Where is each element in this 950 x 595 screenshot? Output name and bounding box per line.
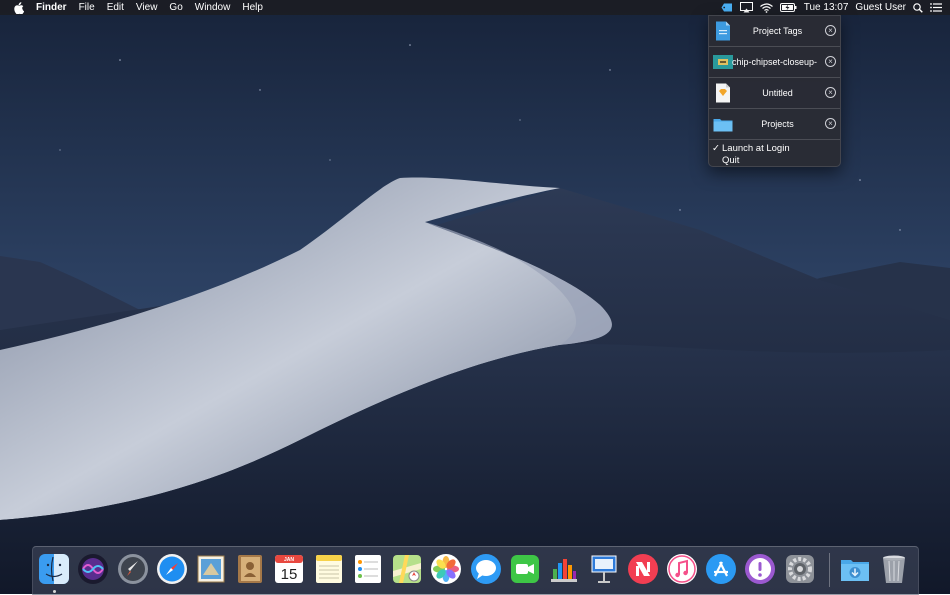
- image-thumbnail-icon: [713, 52, 733, 72]
- remove-item-button[interactable]: ×: [825, 118, 836, 129]
- downloads-folder-icon[interactable]: [839, 553, 871, 585]
- itunes-icon[interactable]: [666, 553, 698, 585]
- siri-icon[interactable]: [77, 553, 109, 585]
- numbers-icon[interactable]: [548, 553, 580, 585]
- messages-icon[interactable]: [470, 553, 502, 585]
- quit-option[interactable]: Quit: [709, 155, 840, 167]
- sketch-file-icon: [713, 83, 733, 103]
- menu-window[interactable]: Window: [189, 0, 237, 15]
- launchpad-icon[interactable]: [117, 553, 149, 585]
- folder-icon: [713, 114, 733, 134]
- dropdown-item-image[interactable]: chip-chipset-closeup- ×: [709, 47, 840, 78]
- airplay-icon[interactable]: [739, 0, 753, 15]
- remove-item-button[interactable]: ×: [825, 87, 836, 98]
- running-indicator: [53, 590, 56, 593]
- dropdown-item-project-tags[interactable]: Project Tags ×: [709, 16, 840, 47]
- facetime-icon[interactable]: [509, 553, 541, 585]
- safari-icon[interactable]: [156, 553, 188, 585]
- remove-item-button[interactable]: ×: [825, 25, 836, 36]
- calendar-icon[interactable]: JAN 15: [273, 553, 305, 585]
- search-icon[interactable]: [913, 0, 923, 15]
- quit-label: Quit: [722, 155, 740, 166]
- reminders-icon[interactable]: [352, 553, 384, 585]
- keynote-icon[interactable]: [588, 553, 620, 585]
- feedback-icon[interactable]: [744, 553, 776, 585]
- notes-icon[interactable]: [313, 553, 345, 585]
- wifi-icon[interactable]: [759, 0, 773, 15]
- calendar-month: JAN: [284, 557, 294, 563]
- document-icon: [713, 21, 733, 41]
- dropdown-item-label: Project Tags: [752, 26, 803, 36]
- dropdown-item-projects[interactable]: Projects ×: [709, 109, 840, 140]
- app-store-icon[interactable]: [705, 553, 737, 585]
- notification-center-icon[interactable]: [930, 0, 942, 15]
- dropdown-item-label: Projects: [761, 119, 794, 129]
- menu-help[interactable]: Help: [236, 0, 269, 15]
- trash-icon[interactable]: [878, 553, 910, 585]
- dock: JAN 15: [32, 546, 919, 595]
- menu-app-name[interactable]: Finder: [30, 0, 73, 15]
- mail-icon[interactable]: [195, 553, 227, 585]
- news-icon[interactable]: [627, 553, 659, 585]
- dropdown-item-untitled[interactable]: Untitled ×: [709, 78, 840, 109]
- finder-icon[interactable]: [38, 553, 70, 585]
- checkmark: ✓: [712, 143, 720, 154]
- dropdown-item-label: Untitled: [762, 88, 793, 98]
- menu-go[interactable]: Go: [163, 0, 188, 15]
- launch-at-login-option[interactable]: ✓ Launch at Login: [709, 143, 840, 155]
- system-preferences-icon[interactable]: [784, 553, 816, 585]
- dropdown-item-label: chip-chipset-closeup-: [732, 57, 818, 67]
- menu-file[interactable]: File: [73, 0, 101, 15]
- dock-separator: [829, 553, 830, 587]
- menu-view[interactable]: View: [130, 0, 164, 15]
- apple-menu-icon[interactable]: [12, 1, 24, 14]
- contacts-icon[interactable]: [234, 553, 266, 585]
- photos-icon[interactable]: [430, 553, 462, 585]
- maps-icon[interactable]: [391, 553, 423, 585]
- calendar-day: 15: [281, 566, 298, 583]
- user-name[interactable]: Guest User: [855, 0, 906, 15]
- tags-app-icon[interactable]: [721, 0, 733, 15]
- battery-icon[interactable]: [779, 0, 797, 15]
- remove-item-button[interactable]: ×: [825, 56, 836, 67]
- launch-at-login-label: Launch at Login: [722, 143, 790, 154]
- tags-dropdown-menu: Project Tags × chip-chipset-closeup- × U…: [708, 15, 841, 167]
- menu-bar: Finder File Edit View Go Window Help Tue…: [0, 0, 950, 15]
- menu-edit[interactable]: Edit: [101, 0, 130, 15]
- clock[interactable]: Tue 13:07: [804, 0, 849, 15]
